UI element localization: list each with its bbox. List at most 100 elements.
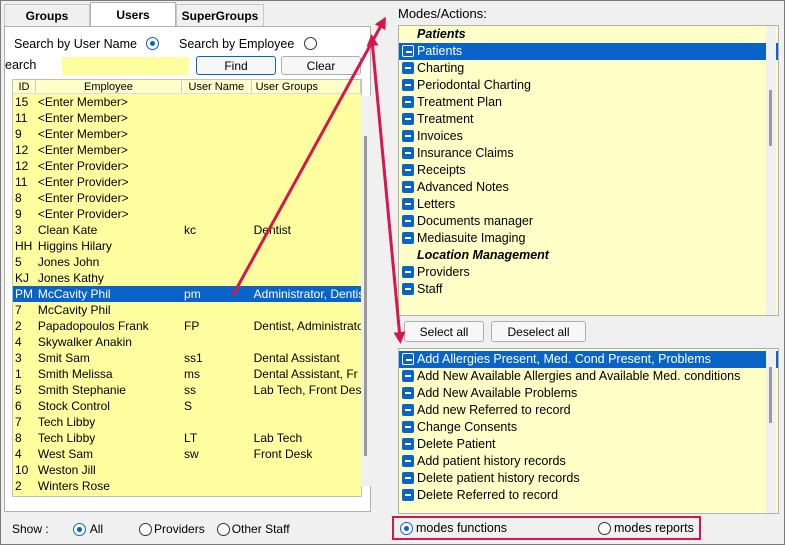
collapse-icon[interactable] [402,198,414,210]
list-item[interactable]: Advanced Notes [399,179,778,196]
list-category[interactable]: Patients [399,26,778,43]
search-by-employee-radio[interactable] [303,37,317,50]
functions-scrollbar[interactable] [766,349,776,513]
table-row[interactable]: 12 <Enter Provider> [13,158,361,174]
list-item[interactable]: Add New Available Problems [399,385,778,402]
find-button[interactable]: Find [196,56,276,75]
list-item[interactable]: Delete Referred to record [399,487,778,504]
list-item[interactable]: Add patient history records [399,453,778,470]
list-item[interactable]: Add New Available Allergies and Availabl… [399,368,778,385]
search-by-username-option[interactable]: Search by User Name [14,37,160,51]
search-by-employee-option[interactable]: Search by Employee [179,37,317,51]
list-item[interactable]: Invoices [399,128,778,145]
table-row[interactable]: 3 Smit Sam ss1 Dental Assistant [13,350,361,366]
collapse-icon[interactable] [402,283,414,295]
collapse-icon[interactable] [402,232,414,244]
table-row[interactable]: 11 <Enter Provider> [13,174,361,190]
list-item[interactable]: Delete patient history records [399,470,778,487]
table-row[interactable]: 9 <Enter Provider> [13,206,361,222]
collapse-icon[interactable] [402,421,414,433]
modes-scrollbar[interactable] [766,26,776,315]
list-item[interactable]: Treatment Plan [399,94,778,111]
collapse-icon[interactable] [402,147,414,159]
table-row[interactable]: KJ Jones Kathy [13,270,361,286]
show-providers-radio[interactable] [139,522,153,536]
collapse-icon[interactable] [402,266,414,278]
modes-scrollbar-thumb[interactable] [769,90,772,146]
table-row[interactable]: 5 Jones John [13,254,361,270]
collapse-icon[interactable] [402,79,414,91]
table-row[interactable]: HH Higgins Hilary [13,238,361,254]
list-item[interactable]: Charting [399,60,778,77]
table-row[interactable]: 4 West Sam sw Front Desk [13,446,361,462]
list-item[interactable]: Add new Referred to record [399,402,778,419]
table-row[interactable]: 2 Papadopoulos Frank FP Dentist, Administra… [13,318,361,334]
collapse-icon[interactable] [402,45,414,57]
collapse-icon[interactable] [402,113,414,125]
table-row[interactable]: 7 Tech Libby [13,414,361,430]
table-row[interactable]: 11 <Enter Member> [13,110,361,126]
table-row[interactable]: 8 <Enter Provider> [13,190,361,206]
modes-reports-radio[interactable] [598,522,611,535]
list-category[interactable]: Location Management [399,247,778,264]
tab-supergroups[interactable]: SuperGroups [176,4,264,26]
show-all-radio[interactable] [72,522,86,536]
list-item[interactable]: Providers [399,264,778,281]
table-row[interactable]: 10 Weston Jill [13,462,361,478]
list-item[interactable]: Letters [399,196,778,213]
collapse-icon[interactable] [402,438,414,450]
collapse-icon[interactable] [402,472,414,484]
tab-users[interactable]: Users [90,2,176,27]
list-item[interactable]: Documents manager [399,213,778,230]
collapse-icon[interactable] [402,96,414,108]
list-item[interactable]: Change Consents [399,419,778,436]
table-row[interactable]: 5 Smith Stephanie ss Lab Tech, Front Des [13,382,361,398]
collapse-icon[interactable] [402,370,414,382]
table-row[interactable]: PM McCavity Phil pm Administrator, Dentist [13,286,361,302]
table-row[interactable]: 9 <Enter Member> [13,126,361,142]
grid-scrollbar-thumb[interactable] [364,136,367,456]
column-header-id[interactable]: ID [13,80,36,93]
collapse-icon[interactable] [402,489,414,501]
collapse-icon[interactable] [402,215,414,227]
search-by-username-radio[interactable] [146,37,160,50]
functions-scrollbar-thumb[interactable] [769,367,772,423]
table-row[interactable]: 7 McCavity Phil [13,302,361,318]
collapse-icon[interactable] [402,404,414,416]
table-row[interactable]: 15 <Enter Member> [13,94,361,110]
collapse-icon[interactable] [402,455,414,467]
table-row[interactable]: 6 Stock Control S [13,398,361,414]
table-row[interactable]: 3 Clean Kate kc Dentist [13,222,361,238]
list-item[interactable]: Patients [399,43,778,60]
list-item[interactable]: Add Allergies Present, Med. Cond Present… [399,351,778,368]
table-row[interactable]: 2 Winters Rose [13,478,361,494]
collapse-icon[interactable] [402,130,414,142]
column-header-username[interactable]: User Name [182,80,252,93]
collapse-icon[interactable] [402,62,414,74]
show-other-staff-radio[interactable] [216,522,230,536]
table-row[interactable]: 12 <Enter Member> [13,142,361,158]
collapse-icon[interactable] [402,387,414,399]
column-header-usergroups[interactable]: User Groups [252,80,361,93]
collapse-icon[interactable] [402,353,414,365]
list-item[interactable]: Treatment [399,111,778,128]
list-item[interactable]: Delete Patient [399,436,778,453]
list-item[interactable]: Periodontal Charting [399,77,778,94]
column-header-employee[interactable]: Employee [36,80,183,93]
list-item[interactable]: Receipts [399,162,778,179]
table-row[interactable]: 8 Tech Libby LT Lab Tech [13,430,361,446]
collapse-icon[interactable] [402,181,414,193]
tab-groups[interactable]: Groups [4,4,90,26]
grid-scrollbar[interactable] [361,96,371,486]
list-item[interactable]: Mediasuite Imaging [399,230,778,247]
deselect-all-button[interactable]: Deselect all [491,321,586,342]
list-item[interactable]: Insurance Claims [399,145,778,162]
clear-button[interactable]: Clear [281,56,361,75]
collapse-icon[interactable] [402,164,414,176]
list-item[interactable]: Staff [399,281,778,298]
search-input[interactable] [62,57,189,75]
table-row[interactable]: 4 Skywalker Anakin [13,334,361,350]
select-all-button[interactable]: Select all [404,321,484,342]
table-row[interactable]: 1 Smith Melissa ms Dental Assistant, Fr [13,366,361,382]
modes-functions-radio[interactable] [400,522,413,535]
